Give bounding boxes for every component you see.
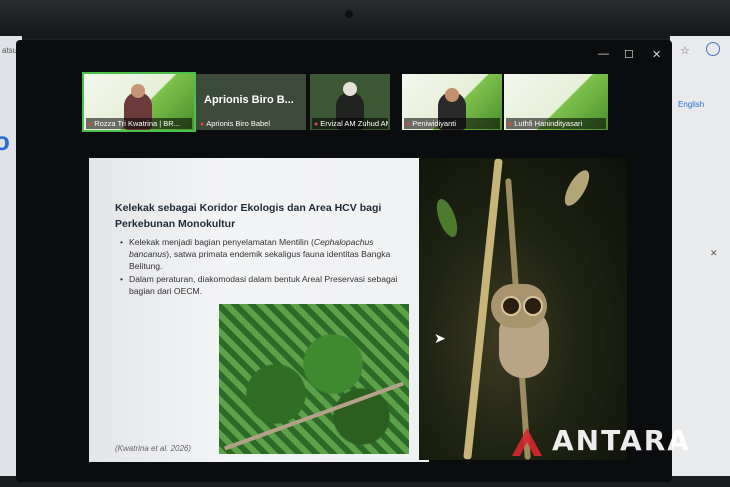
minimize-button[interactable]: —	[598, 48, 609, 60]
close-icon[interactable]: ✕	[710, 248, 718, 259]
bullet-item: Dalam peraturan, diakomodasi dalam bentu…	[120, 273, 409, 297]
watermark-text: ANTARA	[552, 424, 691, 457]
participant-name: ●Ervizal AM Zuhud AM...	[312, 118, 388, 129]
participant-face	[343, 82, 357, 96]
shared-slide: Kelekak sebagai Koridor Ekologis dan Are…	[89, 158, 429, 462]
aerial-forest-image	[219, 304, 409, 454]
star-icon[interactable]: ☆	[680, 44, 690, 57]
maximize-button[interactable]: ☐	[624, 48, 634, 61]
participant-tile[interactable]: ● Luthfi Hanindityasari	[504, 74, 608, 130]
mic-muted-icon: ●	[508, 121, 513, 128]
participant-face	[131, 84, 145, 98]
mic-muted-icon: ●	[406, 121, 411, 128]
leaf	[432, 196, 462, 240]
citation: (Kwatrina et al. 2026)	[115, 444, 192, 453]
mic-muted-icon: ●	[88, 121, 93, 128]
participant-name: ● Peniwidiyanti	[404, 118, 500, 129]
tarsier-eye	[523, 296, 543, 316]
antara-watermark: ANTARA	[508, 418, 728, 462]
background-text: atsu	[2, 46, 18, 55]
participant-strip: ● Rozza Tri Kwatrina | BR... Aprionis Bir…	[82, 72, 624, 132]
mic-muted-icon: ●	[200, 121, 205, 128]
bullet-item: Kelekak menjadi bagian penyelamatan Ment…	[120, 236, 409, 272]
slide-title: Kelekak sebagai Koridor Ekologis dan Are…	[115, 200, 405, 232]
background-browser-right: ☆ English ✕	[670, 36, 730, 476]
participant-tile[interactable]: ● Peniwidiyanti	[402, 74, 502, 130]
participant-title: Aprionis Biro B...	[204, 94, 294, 106]
tarsier-eye	[501, 296, 521, 316]
monitor-bezel	[0, 0, 730, 38]
leaf	[560, 166, 594, 210]
participant-name: ● Luthfi Hanindityasari	[506, 118, 606, 129]
mouse-cursor: ➤	[434, 330, 446, 346]
slide-title-line: Kelekak sebagai Koridor Ekologis dan Are…	[115, 202, 382, 214]
participant-tile[interactable]: Aprionis Biro B... ● Aprionis Biro Babel	[196, 74, 306, 130]
participant-tile[interactable]: ●Ervizal AM Zuhud AM...	[310, 74, 390, 130]
participant-face	[445, 88, 459, 102]
slide-bullets: Kelekak menjadi bagian penyelamatan Ment…	[119, 236, 409, 298]
tarsier-photo	[419, 158, 627, 460]
webcam-dot	[345, 10, 353, 18]
participant-tile[interactable]: ● Rozza Tri Kwatrina | BR...	[82, 72, 196, 132]
account-icon[interactable]	[706, 42, 720, 56]
language-select[interactable]: English	[678, 100, 704, 109]
meeting-window: — ☐ ✕ ● Rozza Tri Kwatrina | BR... Aprion…	[16, 40, 672, 482]
slide-title-line: Perkebunan Monokultur	[115, 218, 236, 230]
close-button[interactable]: ✕	[652, 48, 661, 61]
mic-muted-icon: ●	[314, 121, 319, 128]
participant-name: ● Aprionis Biro Babel	[200, 119, 271, 128]
antara-logo-icon	[512, 428, 542, 456]
participant-name: ● Rozza Tri Kwatrina | BR...	[86, 118, 192, 129]
google-logo-fragment: o	[0, 126, 10, 156]
